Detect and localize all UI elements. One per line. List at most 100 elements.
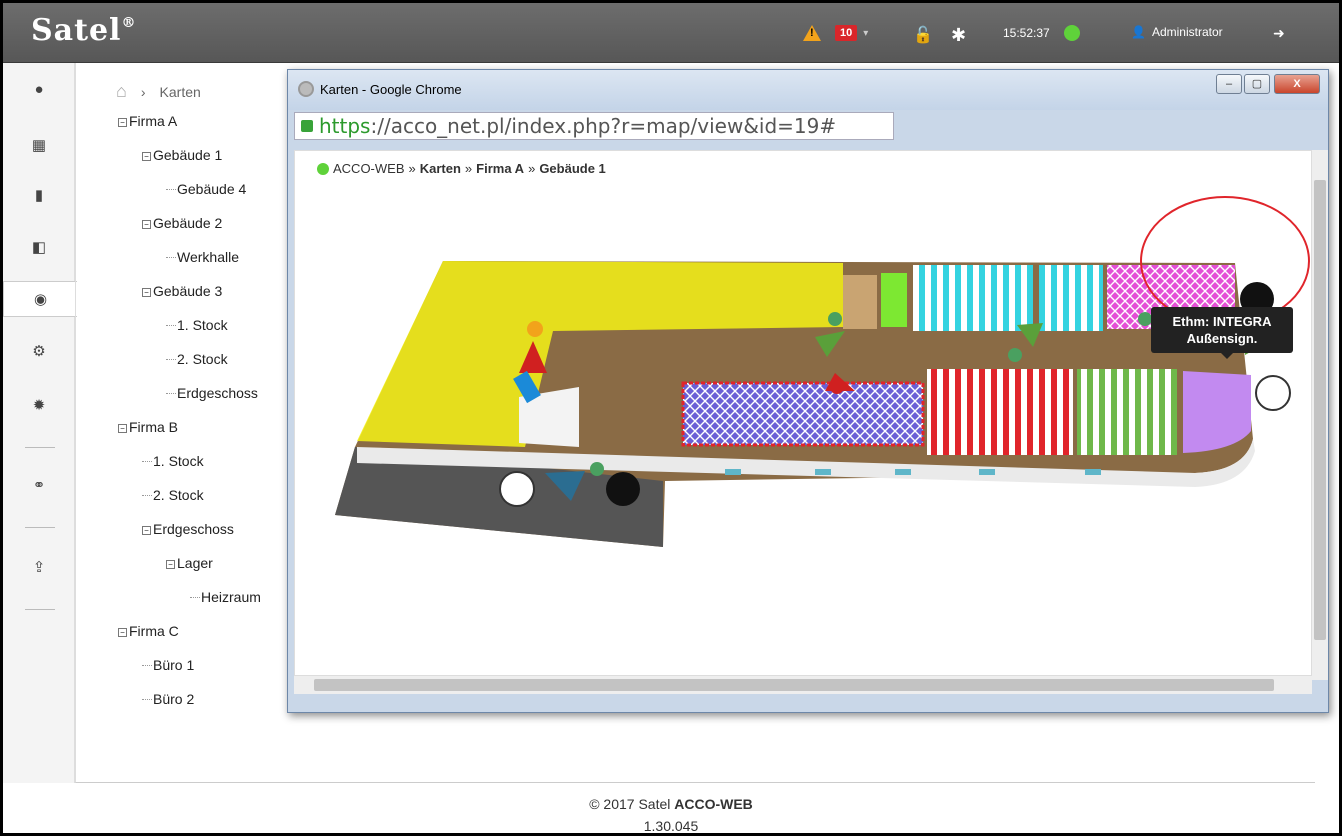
chevron-down-icon: ▾: [863, 27, 869, 39]
collapse-icon[interactable]: −: [142, 526, 151, 535]
tree-node-label: Lager: [177, 555, 213, 571]
vertical-scrollbar[interactable]: [1312, 150, 1328, 680]
tree-node-label: Erdgeschoss: [177, 385, 258, 401]
close-button[interactable]: X: [1274, 74, 1320, 94]
url-path: ://acco_net.pl/index.php?r=map/view&id=1…: [370, 114, 837, 138]
window-titlebar: Karten - Google Chrome – ▢ X: [288, 70, 1328, 110]
tree-node[interactable]: Büro 1: [142, 657, 194, 673]
zone-green[interactable]: [1077, 369, 1177, 455]
cogs-icon[interactable]: ⚙: [3, 333, 75, 369]
tree-node[interactable]: Heizraum: [190, 589, 261, 605]
tree-node-label: Erdgeschoss: [153, 521, 234, 537]
gear-icon[interactable]: ✹: [3, 387, 75, 423]
zone-lime[interactable]: [881, 273, 907, 327]
users-icon[interactable]: ●: [3, 71, 75, 107]
satel-logo[interactable]: Satel®: [31, 13, 136, 48]
tree-node-label: Werkhalle: [177, 249, 239, 265]
tree-connector: [166, 325, 176, 326]
link-icon[interactable]: ⚭: [3, 467, 75, 503]
tree-node-label: Firma A: [129, 113, 178, 129]
tree-node[interactable]: − Firma C: [118, 623, 179, 639]
tree-node-label: 2. Stock: [153, 487, 204, 503]
collapse-icon[interactable]: −: [142, 288, 151, 297]
tree-connector: [142, 461, 152, 462]
tree-node-label: Büro 2: [153, 691, 195, 707]
horizontal-scrollbar[interactable]: [294, 676, 1312, 694]
device-tooltip: Ethm: INTEGRA Außensign.: [1151, 307, 1293, 359]
tree-node[interactable]: Büro 2: [142, 691, 194, 707]
status-ok-icon: [1063, 25, 1080, 41]
zone-cyan-2[interactable]: [1039, 265, 1103, 331]
tree-node[interactable]: − Firma A: [118, 113, 177, 129]
collapse-icon[interactable]: −: [166, 560, 175, 569]
tree-node[interactable]: 1. Stock: [166, 317, 228, 333]
floor-plan[interactable]: [295, 151, 1312, 676]
tree-connector: [166, 359, 176, 360]
globe-icon[interactable]: ◉: [3, 281, 77, 317]
divider: [25, 609, 55, 610]
tree-node-label: Gebäude 3: [153, 283, 223, 299]
tree-node-label: 1. Stock: [177, 317, 228, 333]
product-name: ACCO-WEB: [674, 796, 753, 812]
warning-marker[interactable]: [527, 321, 543, 337]
tree-node[interactable]: − Gebäude 3: [142, 283, 222, 299]
document-icon[interactable]: ▮: [3, 177, 75, 213]
stairs: [843, 275, 877, 329]
breadcrumb: ⌂ › Karten: [116, 81, 201, 102]
calendar-icon[interactable]: ▦: [3, 127, 75, 163]
tree-node[interactable]: − Gebäude 2: [142, 215, 222, 231]
tree-node-label: Gebäude 4: [177, 181, 247, 197]
user-menu[interactable]: 👤 Administrator: [1131, 25, 1223, 39]
maximize-button[interactable]: ▢: [1244, 74, 1270, 94]
tree-node[interactable]: 2. Stock: [142, 487, 204, 503]
tree-connector: [166, 257, 176, 258]
divider: [25, 447, 55, 448]
breadcrumb-current[interactable]: Karten: [160, 84, 201, 100]
home-icon[interactable]: ⌂: [116, 81, 127, 102]
tree-connector: [166, 189, 176, 190]
tree-node[interactable]: 2. Stock: [166, 351, 228, 367]
copy-icon[interactable]: ◧: [3, 229, 75, 265]
zone-blue-alarm[interactable]: [681, 381, 925, 447]
user-icon: 👤: [1131, 25, 1146, 39]
tree-connector: [166, 393, 176, 394]
tree-node[interactable]: Werkhalle: [166, 249, 239, 265]
tree-node[interactable]: 1. Stock: [142, 453, 204, 469]
unlock-icon[interactable]: 🔓: [913, 25, 933, 45]
divider: [25, 527, 55, 528]
user-name: Administrator: [1151, 25, 1223, 39]
icon-sidebar: ● ▦ ▮ ◧ ◉ ⚙ ✹ ⚭ ⇪: [3, 63, 77, 783]
minimize-button[interactable]: –: [1216, 74, 1242, 94]
tree-node[interactable]: − Firma B: [118, 419, 178, 435]
tooltip-line-1: Ethm: INTEGRA: [1172, 314, 1272, 329]
collapse-icon[interactable]: −: [118, 628, 127, 637]
top-bar: Satel® 10 ▾ 🔓 ✱ 15:52:37 👤 Administrator…: [3, 3, 1339, 63]
zone-red[interactable]: [927, 369, 1073, 455]
tree-node[interactable]: Erdgeschoss: [166, 385, 258, 401]
tree-node[interactable]: − Gebäude 1: [142, 147, 222, 163]
tree-node-label: 1. Stock: [153, 453, 204, 469]
tree-node[interactable]: Gebäude 4: [166, 181, 246, 197]
alarm-indicator[interactable]: 10 ▾: [803, 25, 868, 41]
address-bar[interactable]: https://acco_net.pl/index.php?r=map/view…: [294, 112, 894, 140]
copyright: © 2017 Satel: [589, 796, 675, 812]
logout-icon[interactable]: ➜: [1273, 25, 1285, 42]
tree-node-label: Gebäude 2: [153, 215, 223, 231]
chevron-right-icon: ›: [140, 83, 146, 100]
clock: 15:52:37: [1003, 25, 1080, 41]
tree-connector: [190, 597, 200, 598]
zone-cyan-1[interactable]: [913, 265, 1033, 331]
collapse-icon[interactable]: −: [118, 424, 127, 433]
tree-node[interactable]: − Lager: [166, 555, 213, 571]
collapse-icon[interactable]: −: [142, 220, 151, 229]
alarm-marker[interactable]: [830, 380, 844, 394]
warning-icon: [803, 25, 821, 41]
settings-star-icon[interactable]: ✱: [951, 25, 966, 46]
url-scheme: https: [319, 114, 371, 138]
collapse-icon[interactable]: −: [118, 118, 127, 127]
collapse-icon[interactable]: −: [142, 152, 151, 161]
upload-icon[interactable]: ⇪: [3, 549, 75, 585]
window-title: Karten - Google Chrome: [320, 82, 462, 97]
tree-node[interactable]: − Erdgeschoss: [142, 521, 234, 537]
map-view: ACCO-WEB » Karten » Firma A » Gebäude 1: [294, 150, 1312, 676]
